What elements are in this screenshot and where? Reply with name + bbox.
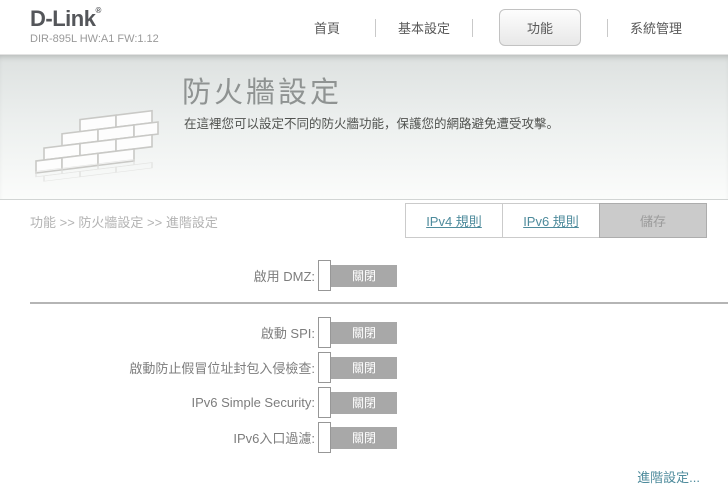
dmz-row: 啟用 DMZ: 關閉 <box>0 258 728 293</box>
dmz-label: 啟用 DMZ: <box>253 269 315 284</box>
toggle-state-label: 關閉 <box>331 264 397 287</box>
main-nav: 首頁 基本設定 功能 系統管理 <box>279 0 704 55</box>
ipv6-simple-security-label: IPv6 Simple Security: <box>191 395 315 410</box>
toolbar: 功能 >> 防火牆設定 >> 進階設定 IPv4 規則 IPv6 規則 儲存 <box>0 200 728 241</box>
ipv6-ingress-filter-toggle[interactable]: 關閉 <box>318 422 397 453</box>
anti-spoof-label: 啟動防止假冒位址封包入侵檢查: <box>129 361 315 376</box>
nav-separator <box>472 18 473 37</box>
page-banner: 防火牆設定 在這裡您可以設定不同的防火牆功能，保護您的網路避免遭受攻擊。 <box>0 55 728 200</box>
registered-trademark-icon: ® <box>95 6 101 15</box>
anti-spoof-toggle[interactable]: 關閉 <box>318 352 397 383</box>
advanced-settings-link-wrap: 進階設定... <box>0 467 700 486</box>
security-options-group: 啟動 SPI: 關閉 啟動防止假冒位址封包入侵檢查: 關閉 IPv6 Simpl… <box>0 315 728 455</box>
brick-wall-icon <box>28 103 168 203</box>
toggle-knob[interactable] <box>318 352 331 383</box>
device-model-firmware: DIR-895L HW:A1 FW:1.12 <box>30 33 159 45</box>
page-subtitle: 在這裡您可以設定不同的防火牆功能，保護您的網路避免遭受攻擊。 <box>184 117 560 131</box>
spi-toggle[interactable]: 關閉 <box>318 317 397 348</box>
toggle-state-label: 關閉 <box>331 391 397 414</box>
toggle-knob[interactable] <box>318 260 331 291</box>
toggle-knob[interactable] <box>318 317 331 348</box>
logo-text: D-Link <box>30 6 96 31</box>
ipv6-ingress-filter-label: IPv6入口過濾: <box>233 431 315 446</box>
dmz-toggle[interactable]: 關閉 <box>318 260 397 291</box>
nav-home[interactable]: 首頁 <box>279 18 375 37</box>
nav-basic-settings[interactable]: 基本設定 <box>376 18 472 37</box>
nav-system-management[interactable]: 系統管理 <box>608 18 704 37</box>
ipv6-simple-security-toggle[interactable]: 關閉 <box>318 387 397 418</box>
ipv6-ingress-filter-row: IPv6入口過濾: 關閉 <box>0 420 728 455</box>
toggle-state-label: 關閉 <box>331 426 397 449</box>
toggle-state-label: 關閉 <box>331 321 397 344</box>
page-title: 防火牆設定 <box>182 77 343 109</box>
ipv4-rules-button[interactable]: IPv4 規則 <box>405 203 503 238</box>
toggle-knob[interactable] <box>318 387 331 418</box>
toolbar-buttons: IPv4 規則 IPv6 規則 儲存 <box>405 203 707 238</box>
dlink-logo: D-Link® DIR-895L HW:A1 FW:1.12 <box>30 6 159 45</box>
anti-spoof-row: 啟動防止假冒位址封包入侵檢查: 關閉 <box>0 350 728 385</box>
toggle-state-label: 關閉 <box>331 356 397 379</box>
ipv6-simple-security-row: IPv6 Simple Security: 關閉 <box>0 385 728 420</box>
spi-label: 啟動 SPI: <box>260 326 315 341</box>
toggle-knob[interactable] <box>318 422 331 453</box>
top-bar: D-Link® DIR-895L HW:A1 FW:1.12 首頁 基本設定 功… <box>0 0 728 55</box>
advanced-settings-link[interactable]: 進階設定... <box>637 470 700 485</box>
save-button[interactable]: 儲存 <box>599 203 707 238</box>
section-divider <box>30 302 728 304</box>
spi-row: 啟動 SPI: 關閉 <box>0 315 728 350</box>
nav-features-active[interactable]: 功能 <box>499 9 581 46</box>
ipv6-rules-button[interactable]: IPv6 規則 <box>502 203 600 238</box>
breadcrumb: 功能 >> 防火牆設定 >> 進階設定 <box>30 215 218 230</box>
firewall-settings-form: 啟用 DMZ: 關閉 啟動 SPI: 關閉 啟動防止假冒位址封包入侵檢查: 關閉… <box>0 241 728 490</box>
